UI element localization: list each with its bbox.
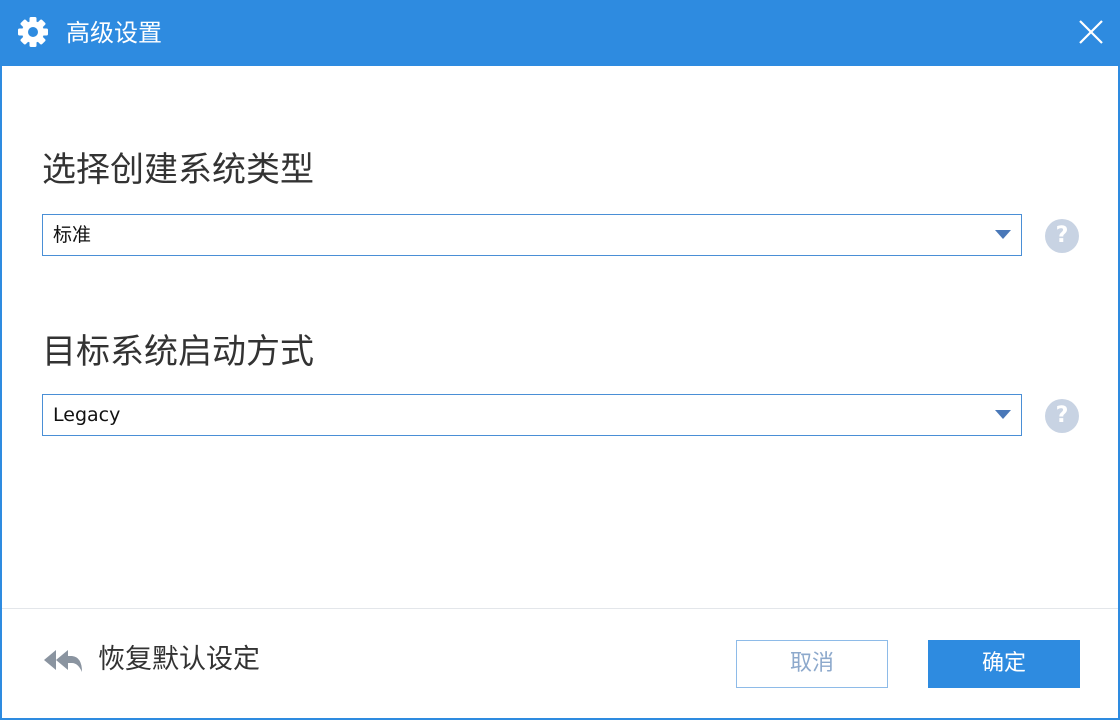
ok-button[interactable]: 确定 <box>928 640 1080 688</box>
chevron-down-icon <box>995 230 1011 239</box>
gear-icon <box>18 17 48 47</box>
cancel-button[interactable]: 取消 <box>736 640 888 688</box>
question-icon[interactable]: ? <box>1045 399 1079 433</box>
restore-defaults-label: 恢复默认设定 <box>98 644 260 675</box>
boot-mode-label: 目标系统启动方式 <box>42 332 314 372</box>
footer-divider <box>2 608 1118 609</box>
question-icon[interactable]: ? <box>1045 219 1079 253</box>
advanced-settings-dialog: 高级设置 选择创建系统类型 标准 ? 目标系统启动方式 Legacy ? 恢复默… <box>0 0 1120 720</box>
system-type-value: 标准 <box>53 224 92 246</box>
system-type-select[interactable]: 标准 <box>42 214 1022 256</box>
close-icon[interactable] <box>1074 15 1108 49</box>
chevron-down-icon <box>995 410 1011 419</box>
reply-all-icon <box>44 650 82 672</box>
system-type-label: 选择创建系统类型 <box>42 150 314 190</box>
boot-mode-value: Legacy <box>53 404 121 426</box>
boot-mode-select[interactable]: Legacy <box>42 394 1022 436</box>
dialog-title: 高级设置 <box>66 19 162 47</box>
title-bar: 高级设置 <box>0 0 1120 66</box>
